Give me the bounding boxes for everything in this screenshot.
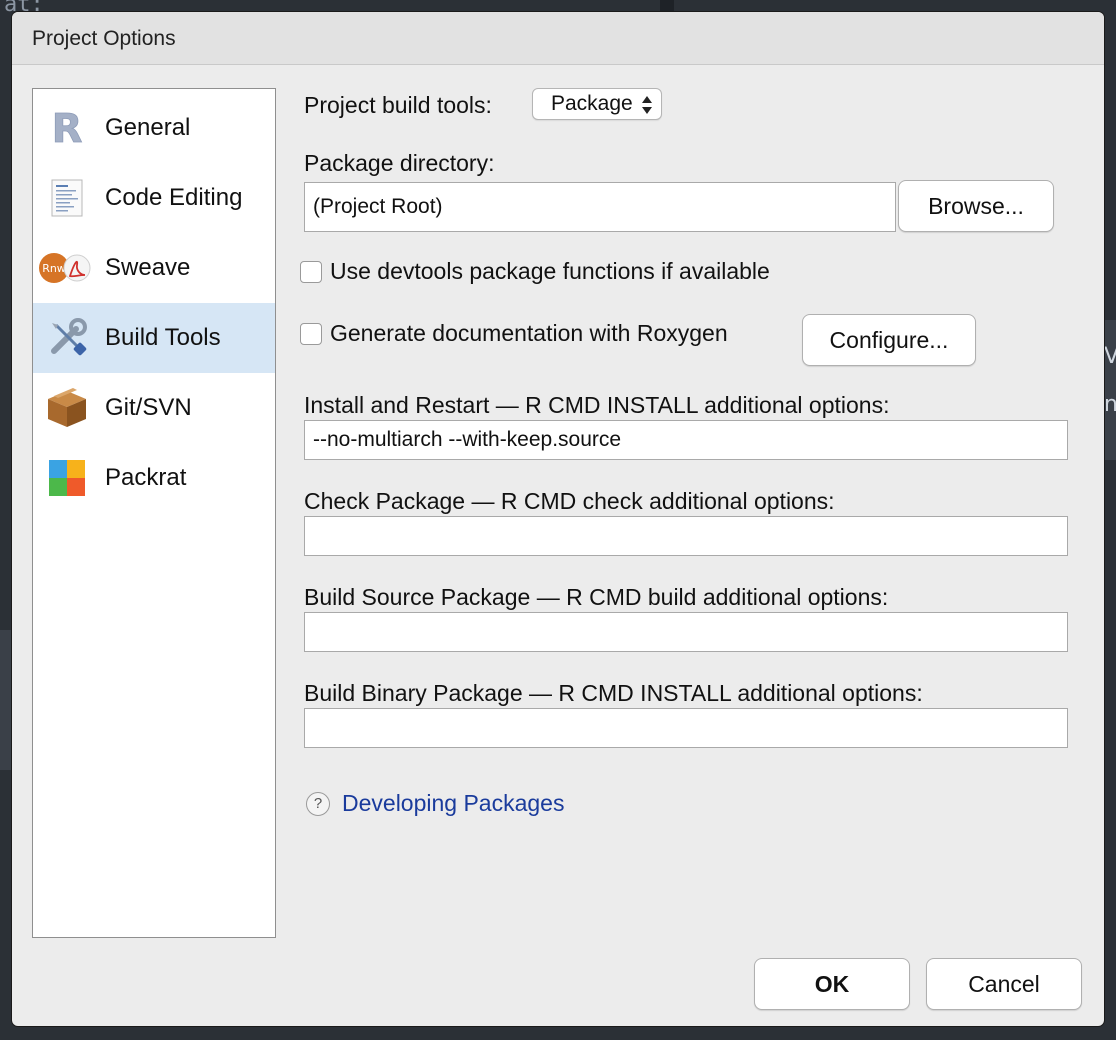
options-sidebar: R General Code Editing Rnw Sweave Build … [32, 88, 276, 938]
build-source-options-label: Build Source Package — R CMD build addit… [304, 584, 889, 610]
background-side-text: Vi [1104, 344, 1116, 369]
dialog-title: Project Options [32, 27, 176, 50]
sidebar-item-sweave[interactable]: Rnw Sweave [33, 233, 275, 303]
install-options-field[interactable]: --no-multiarch --with-keep.source [304, 420, 1068, 460]
cancel-button[interactable]: Cancel [926, 958, 1082, 1010]
sidebar-item-label: General [105, 114, 191, 141]
sidebar-item-packrat[interactable]: Packrat [33, 443, 275, 513]
package-directory-field[interactable]: (Project Root) [304, 182, 896, 232]
sidebar-item-general[interactable]: R General [33, 93, 275, 163]
developing-packages-link[interactable]: ? Developing Packages [306, 790, 564, 817]
box-icon [43, 384, 91, 432]
packrat-icon [43, 454, 91, 502]
wrench-screwdriver-icon [43, 314, 91, 362]
package-directory-label: Package directory: [304, 150, 495, 176]
background-side-text: n [1104, 392, 1116, 417]
use-devtools-label[interactable]: Use devtools package functions if availa… [330, 258, 770, 285]
sidebar-item-label: Build Tools [105, 324, 221, 351]
roxygen-label[interactable]: Generate documentation with Roxygen [330, 320, 728, 347]
project-build-tools-value: Package [551, 92, 633, 115]
developing-packages-label: Developing Packages [342, 790, 565, 816]
ok-button[interactable]: OK [754, 958, 910, 1010]
svg-text:Rnw: Rnw [42, 262, 66, 275]
dialog-titlebar[interactable]: Project Options [12, 12, 1104, 65]
background-panel-strip-right [1104, 320, 1116, 460]
sidebar-item-label: Git/SVN [105, 394, 192, 421]
select-arrows-icon [642, 96, 652, 114]
browse-button[interactable]: Browse... [898, 180, 1054, 232]
svg-text:R: R [52, 108, 83, 148]
build-binary-options-field[interactable] [304, 708, 1068, 748]
sidebar-item-label: Code Editing [105, 184, 243, 211]
rnw-pdf-icon: Rnw [37, 244, 91, 292]
use-devtools-checkbox[interactable] [300, 260, 322, 283]
r-logo-icon: R [43, 104, 91, 152]
project-build-tools-label: Project build tools: [304, 92, 492, 118]
sidebar-item-code-editing[interactable]: Code Editing [33, 163, 275, 233]
background-panel-strip [0, 630, 12, 770]
sidebar-item-git-svn[interactable]: Git/SVN [33, 373, 275, 443]
sidebar-item-label: Packrat [105, 464, 187, 491]
build-binary-options-label: Build Binary Package — R CMD INSTALL add… [304, 680, 923, 706]
background-divider [660, 0, 674, 12]
project-build-tools-select[interactable]: Package [532, 88, 662, 120]
use-devtools-option: Use devtools package functions if availa… [300, 258, 770, 285]
build-source-options-field[interactable] [304, 612, 1068, 652]
check-options-label: Check Package — R CMD check additional o… [304, 488, 835, 514]
check-options-field[interactable] [304, 516, 1068, 556]
sidebar-item-build-tools[interactable]: Build Tools [33, 303, 275, 373]
configure-button[interactable]: Configure... [802, 314, 976, 366]
sidebar-item-label: Sweave [105, 254, 191, 281]
roxygen-option: Generate documentation with Roxygen [300, 320, 728, 347]
code-document-icon [43, 174, 91, 222]
help-icon: ? [306, 791, 330, 816]
install-options-label: Install and Restart — R CMD INSTALL addi… [304, 392, 890, 418]
roxygen-checkbox[interactable] [300, 322, 322, 345]
project-options-dialog: Project Options R General Code Editing R… [12, 12, 1104, 1026]
